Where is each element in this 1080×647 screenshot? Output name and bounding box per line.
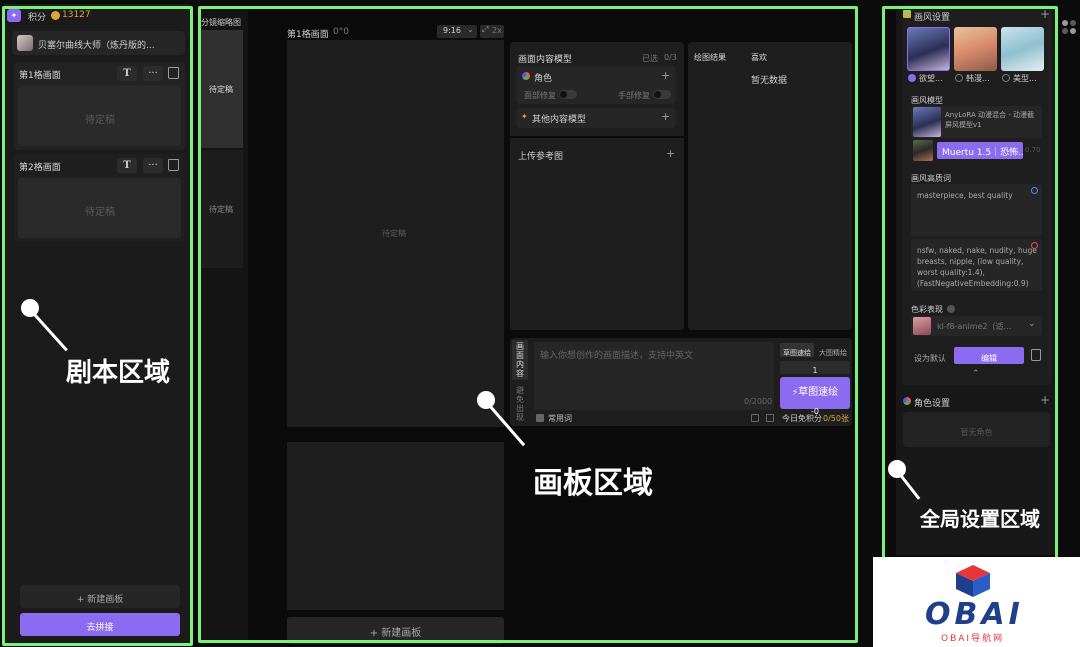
cube-logo-icon	[953, 563, 993, 599]
canvas-area-frame	[198, 6, 858, 643]
watermark-brand: OBAI	[925, 597, 1024, 632]
script-area-frame	[2, 6, 193, 646]
side-apps-icon[interactable]	[1062, 20, 1076, 34]
annotation-canvas: 画板区域	[533, 466, 653, 501]
annotation-global: 全局设置区域	[920, 507, 1040, 531]
annotation-script: 剧本区域	[66, 358, 171, 388]
watermark: OBAI OBAI导航网	[873, 557, 1080, 647]
watermark-subtitle: OBAI导航网	[941, 634, 1005, 644]
